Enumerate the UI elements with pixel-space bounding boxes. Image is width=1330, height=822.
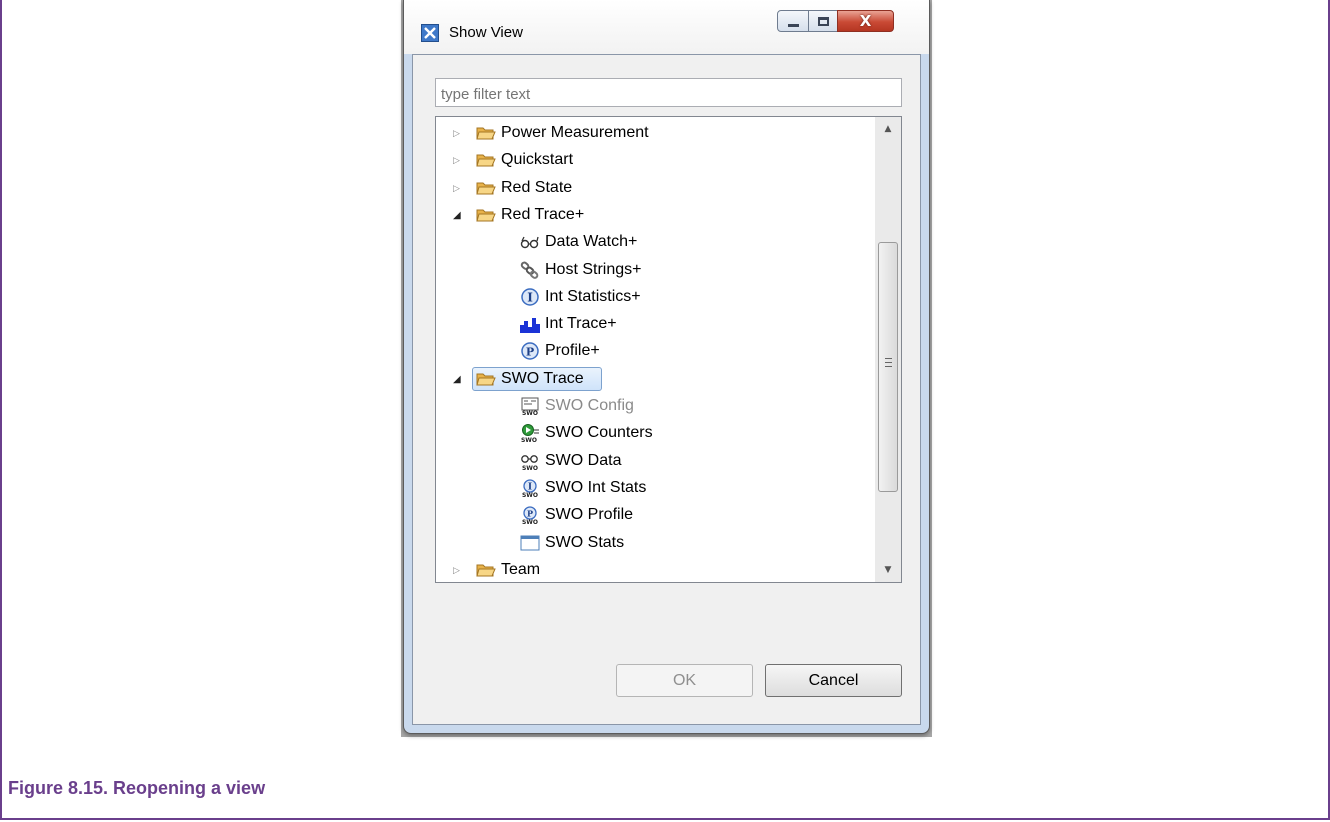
tree-category[interactable]: ◢ Red Trace+ [436, 202, 876, 229]
tree-view-item[interactable]: SWO SWO Counters [436, 420, 876, 447]
swo-data-icon: SWO [520, 452, 540, 472]
tree-view-item[interactable]: I Int Statistics+ [436, 284, 876, 311]
expanded-arrow-icon[interactable]: ◢ [453, 210, 461, 220]
tree-item-label: Int Statistics+ [545, 287, 641, 305]
close-icon: X [859, 12, 872, 30]
tree-item-label: SWO Counters [545, 424, 653, 442]
svg-text:I: I [527, 290, 533, 304]
figure-caption: Figure 8.15. Reopening a view [8, 778, 266, 798]
swo-int-stats-icon: I SWO [520, 479, 540, 499]
folder-icon [476, 151, 496, 169]
window-icon [520, 534, 540, 552]
tree-view-item[interactable]: Int Trace+ [436, 311, 876, 338]
chain-icon [520, 261, 540, 279]
dialog-screenshot: Show View X ▲ ▼ ▷ Power Measurement ▷ Quick… [401, 0, 932, 737]
tree-view-item[interactable]: Host Strings+ [436, 257, 876, 284]
minimize-icon [787, 23, 799, 27]
scroll-down-arrow-icon[interactable]: ▼ [875, 560, 901, 580]
tree-view-item[interactable]: SWO SWO Config [436, 393, 876, 420]
tree-view-item[interactable]: SWO Stats [436, 530, 876, 557]
expanded-arrow-icon[interactable]: ◢ [453, 374, 461, 384]
swo-counters-icon: SWO [520, 424, 540, 444]
swo-config-icon: SWO [520, 397, 540, 417]
cancel-button[interactable]: Cancel [765, 664, 902, 697]
maximize-button[interactable] [808, 10, 838, 32]
tree-scrollbar[interactable]: ▲ ▼ [875, 117, 901, 582]
profile-circle-icon: P [520, 342, 540, 361]
tree-item-label: Power Measurement [501, 124, 649, 141]
maximize-icon [817, 16, 829, 26]
svg-text:SWO: SWO [522, 519, 538, 524]
tree-category[interactable]: ▷ Team [436, 557, 876, 582]
tree-view-item[interactable]: P SWO SWO Profile [436, 502, 876, 529]
dialog-client-area: ▲ ▼ ▷ Power Measurement ▷ Quickstart ▷ Red St… [412, 54, 921, 725]
tree-item-label: SWO Profile [545, 506, 634, 524]
folder-icon [476, 561, 496, 579]
dialog-title: Show View [449, 24, 523, 41]
tree-item-label: SWO Data [545, 451, 622, 469]
scroll-up-arrow-icon[interactable]: ▲ [875, 119, 901, 139]
svg-text:SWO: SWO [522, 492, 538, 497]
collapsed-arrow-icon[interactable]: ▷ [453, 183, 460, 193]
svg-text:P: P [526, 346, 534, 359]
title-bar[interactable]: Show View X [404, 0, 929, 54]
glasses-icon [520, 233, 540, 251]
scroll-thumb[interactable] [878, 242, 898, 492]
view-tree[interactable]: ▲ ▼ ▷ Power Measurement ▷ Quickstart ▷ Red St… [435, 116, 902, 583]
close-button[interactable]: X [837, 10, 894, 32]
collapsed-arrow-icon[interactable]: ▷ [453, 129, 460, 138]
grip-icon [885, 358, 892, 367]
tree-category[interactable]: ◢ SWO Trace [436, 366, 876, 393]
collapsed-arrow-icon[interactable]: ▷ [453, 565, 460, 575]
tree-item-label: Data Watch+ [545, 233, 638, 251]
tree-item-label: Int Trace+ [545, 315, 617, 333]
tree-item-label: Team [501, 560, 541, 578]
swo-profile-icon: P SWO [520, 506, 540, 526]
svg-text:SWO: SWO [522, 465, 538, 470]
tree-item-label: Host Strings+ [545, 260, 642, 278]
tree-item-label: Quickstart [501, 151, 574, 169]
folder-icon [476, 370, 496, 388]
folder-icon [476, 124, 496, 142]
tree-view-item[interactable]: SWO SWO Data [436, 448, 876, 475]
tree-item-label: SWO Config [545, 397, 634, 414]
minimize-button[interactable] [777, 10, 809, 32]
info-circle-icon: I [520, 288, 540, 306]
tree-category[interactable]: ▷ Quickstart [436, 147, 876, 174]
tree-category[interactable]: ▷ Red State [436, 175, 876, 202]
folder-icon [476, 179, 496, 197]
svg-text:I: I [528, 482, 532, 492]
bar-chart-icon [520, 315, 540, 334]
tree-item-label: Profile+ [545, 342, 600, 360]
tree-view-item[interactable]: Data Watch+ [436, 229, 876, 256]
tree-item-label: Red Trace+ [501, 205, 585, 223]
show-view-dialog: Show View X ▲ ▼ ▷ Power Measurement ▷ Quick… [403, 0, 930, 734]
tree-item-label: Red State [501, 178, 573, 196]
ok-button[interactable]: OK [616, 664, 753, 697]
tree-category[interactable]: ▷ Power Measurement [436, 120, 876, 147]
collapsed-arrow-icon[interactable]: ▷ [453, 156, 460, 165]
svg-text:SWO: SWO [521, 437, 537, 442]
tree-view-item[interactable]: I SWO SWO Int Stats [436, 475, 876, 502]
folder-icon [476, 206, 496, 224]
tree-item-label: SWO Trace [501, 369, 584, 387]
svg-text:SWO: SWO [522, 410, 538, 415]
app-icon [421, 24, 439, 42]
svg-text:P: P [527, 509, 533, 519]
tree-view-item[interactable]: P Profile+ [436, 338, 876, 365]
tree-item-label: SWO Int Stats [545, 478, 647, 496]
tree-item-label: SWO Stats [545, 533, 625, 551]
filter-input[interactable] [435, 78, 902, 107]
